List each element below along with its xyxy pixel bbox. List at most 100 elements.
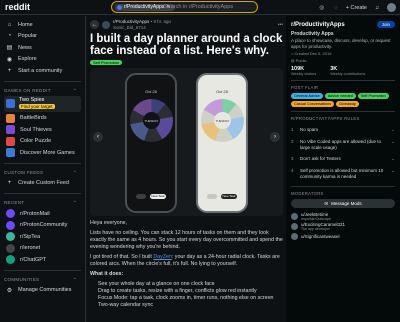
visibility-label: Public: [295, 58, 307, 63]
rule-number: 3: [291, 156, 294, 161]
sidebar-item-label: r/SipTea: [20, 233, 41, 240]
moderator-flair: The app developer: [301, 226, 331, 231]
more-options-icon[interactable]: •••: [278, 22, 283, 28]
community-title[interactable]: r/ProductivityApps: [291, 22, 345, 28]
section-label: CUSTOM FEEDS: [4, 169, 44, 175]
community-description: A place to showcase, discuss, develop, o…: [291, 38, 391, 49]
sidebar-game-battlebirds[interactable]: BattleBirds: [4, 113, 81, 125]
battlebirds-icon: [6, 113, 15, 123]
community-icon: [6, 255, 15, 265]
rule-text: Don't ask for Testers: [300, 156, 341, 161]
recent-siptea[interactable]: r/SipTea: [4, 231, 81, 243]
rule-item[interactable]: 4 Self promotion is allowed but minimum 1…: [291, 165, 395, 182]
sidebar-discover-games[interactable]: Discover More Games: [4, 147, 81, 159]
recent-protonmail[interactable]: r/ProtonMail: [4, 208, 81, 220]
advertise-icon[interactable]: ◎: [318, 4, 326, 12]
moderator-item[interactable]: u/JeekBetime requesterOutscape: [291, 211, 395, 221]
paragraph-text: I got tired of that. So I built: [90, 254, 154, 260]
sidebar-item-label: Explore: [18, 56, 37, 63]
post-paragraph-1: Lists have no ceiling. You can stack 12 …: [90, 230, 283, 250]
user-avatar[interactable]: [387, 3, 396, 12]
post-subreddit[interactable]: r/ProductivityApps: [113, 19, 149, 24]
chevron-down-icon: ⌄: [391, 156, 395, 161]
create-custom-feed[interactable]: + Create Custom Feed: [4, 178, 81, 190]
dayzen-link[interactable]: DayZen: [153, 254, 172, 260]
recent-ieronet[interactable]: r/ieronet: [4, 243, 81, 255]
flair-tag[interactable]: General Advice: [291, 93, 323, 99]
community-sidebar: r/ProductivityApps Join Productivity App…: [286, 16, 400, 322]
post-image-gallery[interactable]: ‹ › Oct 28 TUESDAY New Task Oct 28 TUESD…: [90, 68, 283, 216]
notifications-icon[interactable]: ♫: [373, 4, 381, 12]
gallery-prev-button[interactable]: ‹: [93, 132, 103, 142]
divider: [291, 80, 395, 81]
chat-icon[interactable]: ◌: [332, 4, 340, 12]
phone-day: TUESDAY: [144, 118, 159, 123]
section-label: RECENT: [4, 200, 25, 205]
rule-item[interactable]: 1 No spam ⌄: [291, 124, 395, 136]
post-flair[interactable]: Self Promotion: [90, 60, 123, 65]
sidebar-item-explore[interactable]: ◉ Explore: [4, 54, 81, 66]
search-bar[interactable]: r/ProductivityApps ✕ Search in r/Product…: [111, 1, 258, 13]
post-body: Heya everyone, Lists have no ceiling. Yo…: [90, 220, 283, 309]
sidebar-game-color-puzzle[interactable]: Color Puzzle: [4, 136, 81, 148]
join-button[interactable]: Join: [376, 21, 395, 28]
sidebar-item-label: Discover More Games: [20, 149, 75, 156]
communities-header[interactable]: COMMUNITIES ⌃: [4, 277, 81, 283]
sidebar-item-label: Soul Thieves: [20, 126, 52, 133]
subreddit-avatar[interactable]: [102, 20, 110, 29]
avatar: [291, 222, 298, 230]
sidebar-item-label: Manage Communities: [18, 287, 72, 294]
sidebar-item-news[interactable]: ▤ News: [4, 42, 81, 54]
manage-communities[interactable]: ⚙ Manage Communities: [4, 285, 81, 297]
rule-item[interactable]: 2 No Vibe Coded apps are allowed (due to …: [291, 136, 395, 153]
sidebar-item-start-community[interactable]: + Start a community: [4, 65, 81, 77]
recent-protoncommunity[interactable]: r/ProtonCommunity: [4, 220, 81, 232]
sidebar-game-soul-thieves[interactable]: Soul Thieves: [4, 124, 81, 136]
post-paragraph-2: I got tired of that. So I built DayZen: …: [90, 254, 283, 268]
sidebar-item-label: BattleBirds: [20, 115, 47, 122]
soul-thieves-icon: [6, 125, 15, 135]
flair-tag[interactable]: Casual Conversations: [291, 101, 335, 107]
moderator-item[interactable]: u/ExcitingCaramel321 The app developer: [291, 221, 395, 231]
moderator-item[interactable]: u/Significantweasel: [291, 231, 395, 241]
chevron-down-icon: ⌄: [391, 139, 395, 144]
recent-chatgpt[interactable]: r/ChatGPT: [4, 254, 81, 266]
sidebar-item-label: r/ProtonMail: [20, 210, 50, 217]
post-header: ← r/ProductivityApps • 9 hr. ago Sonic_B…: [90, 19, 283, 30]
sidebar-item-popular[interactable]: ◔ Popular: [4, 31, 81, 43]
flair-tag[interactable]: Advice needed: [324, 93, 356, 99]
sidebar-item-label: Home: [18, 21, 33, 28]
feature-item: Two-way calendar sync: [98, 302, 283, 309]
custom-feeds-header[interactable]: CUSTOM FEEDS ⌃: [4, 170, 81, 176]
feature-item: See your whole day at a glance on one cl…: [98, 281, 283, 288]
flair-tag[interactable]: Giveaway: [336, 101, 359, 107]
back-button[interactable]: ←: [90, 20, 99, 29]
create-button[interactable]: + Create: [346, 5, 367, 11]
message-mods-button[interactable]: ✉ Message Mods: [291, 199, 395, 208]
gallery-next-button[interactable]: ›: [270, 132, 280, 142]
phone-tab-pill: [136, 194, 146, 199]
avatar: [291, 212, 298, 220]
stat-label: Weekly visitors: [291, 72, 317, 76]
section-label: GAMES ON REDDIT: [4, 87, 51, 93]
divider: [4, 193, 81, 194]
sidebar-item-label: r/ieronet: [20, 245, 41, 252]
rule-item[interactable]: 3 Don't ask for Testers ⌄: [291, 153, 395, 165]
moderators-header: MODERATORS: [291, 191, 324, 196]
sidebar-item-label: Color Puzzle: [20, 138, 52, 145]
sidebar-item-home[interactable]: ⌂ Home: [4, 19, 81, 31]
recent-header[interactable]: RECENT ⌃: [4, 200, 81, 206]
community-icon: [6, 232, 15, 242]
rule-number: 4: [291, 168, 294, 173]
phone-bottom-bar: New Task: [198, 194, 246, 199]
message-mods-label: Message Mods: [331, 201, 362, 206]
reddit-logo[interactable]: reddit: [5, 2, 30, 12]
stat-label: Weekly contributions: [330, 72, 366, 76]
create-label: Create: [350, 4, 367, 11]
plus-icon: +: [7, 67, 12, 74]
featured-game[interactable]: Two Spies Find your target: [4, 95, 81, 112]
games-section-header[interactable]: GAMES ON REDDIT ⌃: [4, 88, 81, 94]
post-author[interactable]: Sonic_Bid_6714: [113, 25, 171, 30]
sidebar-item-label: Start a community: [18, 67, 63, 74]
flair-tag[interactable]: Self Promotion: [357, 93, 389, 99]
